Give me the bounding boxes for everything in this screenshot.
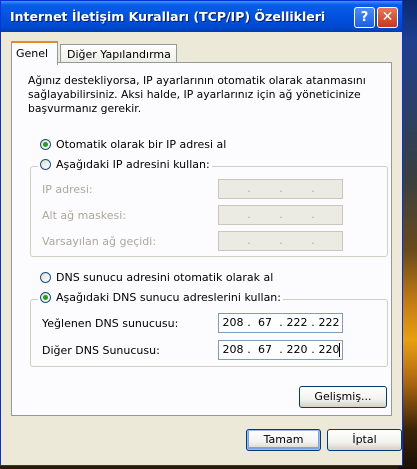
ip-auto-radio[interactable]: Otomatik olarak bir IP adresi al [40,138,226,151]
dns-manual-radio-indicator [40,292,51,303]
ip-manual-radio[interactable]: Aşağıdaki IP adresini kullan: [38,158,212,171]
octet-separator: . [279,234,283,247]
octet-separator: . [311,316,315,329]
close-button[interactable]: ✕ [377,7,398,28]
dns-manual-radio[interactable]: Aşağıdaki DNS sunucu adreslerini kullan: [38,291,283,304]
octet-separator: . [311,234,315,247]
preferred-dns-octet-3: 222 [286,316,308,329]
ip-manual-label: Aşağıdaki IP adresini kullan: [56,158,210,171]
alternate-dns-label: Diğer DNS Sunucusu: [42,344,160,357]
octet-separator: . [247,343,251,356]
cancel-button[interactable]: İptal [327,429,402,451]
ok-button[interactable]: Tamam [246,429,321,451]
text-cursor [339,343,340,357]
dns-auto-radio-indicator [40,272,51,283]
subnet-mask-input[interactable]: . . . [218,205,343,225]
octet-separator: . [247,208,251,221]
dns-auto-radio[interactable]: DNS sunucu adresini otomatik olarak al [40,271,273,284]
preferred-dns-input[interactable]: 208. 67. 222. 222 [218,313,343,333]
intro-text: Ağınız destekliyorsa, IP ayarlarının oto… [28,74,366,115]
octet-separator: . [279,343,283,356]
preferred-dns-label: Yeğlenen DNS sunucusu: [42,317,179,330]
alternate-dns-octet-4: 220 [318,343,340,356]
ip-manual-radio-indicator [40,159,51,170]
dns-manual-label: Aşağıdaki DNS sunucu adreslerini kullan: [56,291,281,304]
general-tab-panel: Ağınız destekliyorsa, IP ayarlarının oto… [11,62,392,416]
default-gateway-label: Varsayılan ağ geçidi: [42,235,157,248]
dns-auto-label: DNS sunucu adresini otomatik olarak al [56,271,274,284]
window-title: Internet İletişim Kuralları (TCP/IP) Öze… [10,9,326,24]
ip-address-input[interactable]: . . . [218,179,343,199]
ip-address-label: IP adresi: [42,183,93,196]
preferred-dns-octet-1: 208 [222,316,244,329]
subnet-mask-label: Alt ağ maskesi: [42,209,127,222]
octet-separator: . [279,208,283,221]
octet-separator: . [247,182,251,195]
title-bar[interactable]: Internet İletişim Kuralları (TCP/IP) Öze… [1,1,402,32]
tab-alternate-configuration[interactable]: Diğer Yapılandırma [60,44,177,64]
default-gateway-input[interactable]: . . . [218,231,343,251]
alternate-dns-octet-2: 67 [258,343,272,356]
advanced-button[interactable]: Gelişmiş... [299,386,387,408]
ip-auto-label: Otomatik olarak bir IP adresi al [56,138,227,151]
octet-separator: . [311,182,315,195]
alternate-dns-octet-3: 220 [286,343,308,356]
octet-separator: . [247,234,251,247]
octet-separator: . [311,343,315,356]
octet-separator: . [247,316,251,329]
octet-separator: . [279,316,283,329]
ip-auto-radio-indicator [40,139,51,150]
alternate-dns-octet-1: 208 [222,343,244,356]
help-button[interactable]: ? [354,7,375,28]
alternate-dns-input[interactable]: 208. 67. 220. 220 [218,340,343,360]
tcpip-properties-dialog: Internet İletişim Kuralları (TCP/IP) Öze… [0,0,403,466]
tab-general[interactable]: Genel [11,41,58,65]
octet-separator: . [279,182,283,195]
preferred-dns-octet-4: 222 [318,316,340,329]
preferred-dns-octet-2: 67 [258,316,272,329]
octet-separator: . [311,208,315,221]
